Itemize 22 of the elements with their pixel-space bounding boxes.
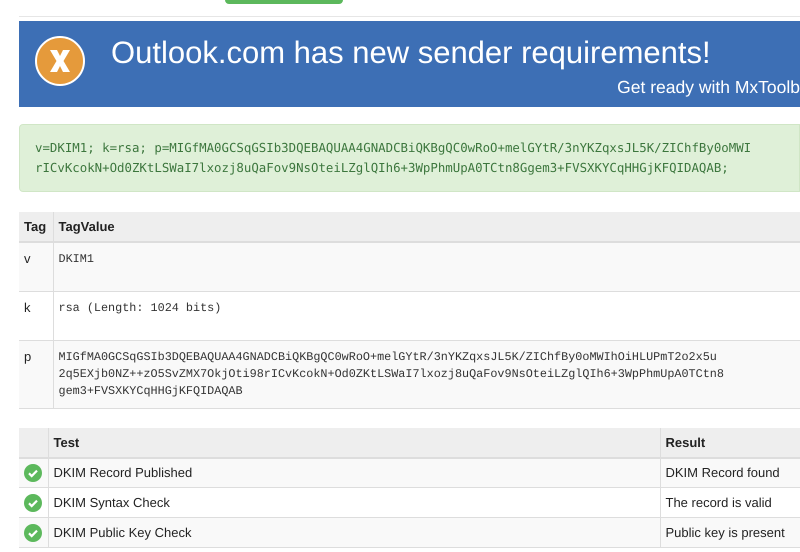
dkim-record: v=DKIM1; k=rsa; p=MIGfMA0GCSqGSIb3DQEBAQUAA4GNADCBiQKBgQC0wRoO+melGYtR/3nYKZqxsJL5K/ZIChfBy0oMWI rICvKcokN+Od0ZKtLSWaI7lxozj8uQaFov9NsOteiLZglQIh6+3WpPhmUpA0TCtn8Ggem3+FVSXKYCqHHGjKFQIDAQAB; xyxy=(19,124,800,192)
banner-subtitle: Get ready with MxToolb xyxy=(617,77,800,98)
column-header: Tag xyxy=(19,212,53,242)
x-logo-icon xyxy=(35,36,85,86)
banner-title: Outlook.com has new sender requirements! xyxy=(111,35,712,71)
column-header: Test xyxy=(48,428,660,458)
test-name: DKIM Public Key Check xyxy=(54,525,192,540)
test-result: The record is valid xyxy=(666,495,772,510)
tag-cell: p xyxy=(24,348,32,364)
test-name: DKIM Record Published xyxy=(54,465,192,480)
top-button[interactable] xyxy=(225,0,343,4)
column-header: Result xyxy=(660,428,800,458)
column-header: TagValue xyxy=(53,212,800,242)
test-result: DKIM Record found xyxy=(666,465,780,480)
tag-cell: v xyxy=(24,251,30,266)
test-name: DKIM Syntax Check xyxy=(54,495,170,510)
tag-value: rsa (Length: 1024 bits) xyxy=(58,300,222,316)
tag-value: MIGfMA0GCSqGSIb3DQEBAQUAA4GNADCBiQKBgQC0wRoO+melGYtR/3nYKZqxsJL5K/ZIChfBy0oMWIhOiHLUPmT2o2x5u 2q5EXjb0NZ++zO5SvZMX7OkjOti98rICvKcokN+Od0ZKtLSWaI7lxozj8uQaFov9NsOteiLZglQIh6+3WpPhmUpA0TCtn8 gem3+FVSXKYCqHHGjKFQIDAQAB xyxy=(58,348,725,400)
test-result: Public key is present xyxy=(666,525,785,540)
tag-cell: k xyxy=(24,300,30,314)
tag-value: DKIM1 xyxy=(58,251,95,268)
promo-banner[interactable]: Outlook.com has new sender requirements! Get ready with MxToolb xyxy=(19,21,800,107)
